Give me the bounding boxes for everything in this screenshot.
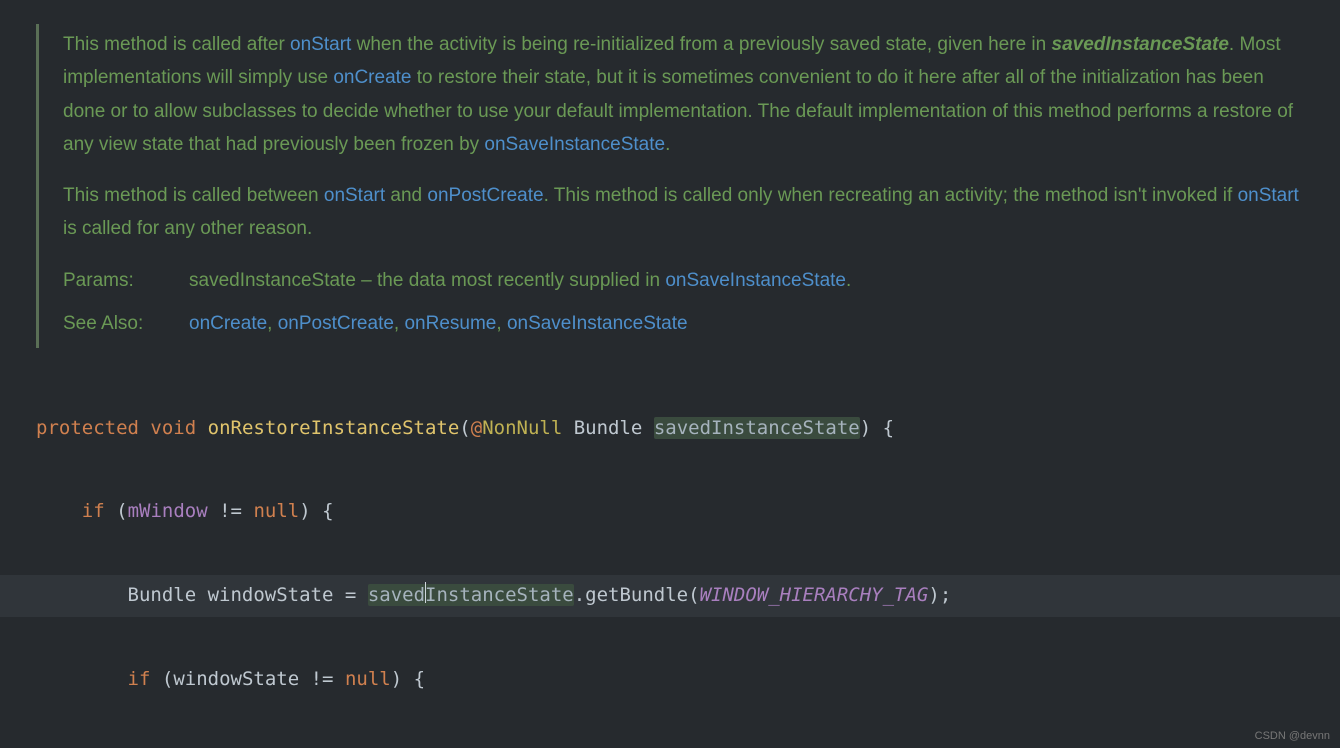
doc-text: This method is called between — [63, 185, 324, 206]
doc-link-onresume[interactable]: onResume — [404, 313, 496, 334]
space — [642, 417, 653, 439]
doc-link-oncreate[interactable]: onCreate — [189, 313, 267, 334]
ident-post: InstanceState — [425, 584, 574, 606]
space — [334, 668, 345, 690]
doc-link-onsaveinstancestate[interactable]: onSaveInstanceState — [484, 134, 665, 155]
javadoc-params-body: savedInstanceState – the data most recen… — [189, 264, 1300, 297]
doc-text: when the activity is being re-initialize… — [351, 34, 1051, 55]
space — [196, 417, 207, 439]
javadoc-params-label: Params: — [63, 264, 189, 297]
javadoc-seealso-row: See Also: onCreate, onPostCreate, onResu… — [63, 307, 1300, 340]
sep: , — [267, 313, 278, 334]
doc-link-onpostcreate[interactable]: onPostCreate — [278, 313, 394, 334]
keyword-protected: protected — [36, 417, 139, 439]
doc-link-onstart[interactable]: onStart — [1238, 185, 1299, 206]
doc-link-onsaveinstancestate[interactable]: onSaveInstanceState — [507, 313, 688, 334]
paren-open: ( — [162, 668, 173, 690]
code-line: if (windowState != null) { — [36, 659, 1340, 701]
javadoc-params-row: Params: savedInstanceState – the data mo… — [63, 264, 1300, 297]
doc-link-onsaveinstancestate[interactable]: onSaveInstanceState — [665, 270, 846, 291]
var-type: Bundle — [128, 584, 197, 606]
code-line: protected void onRestoreInstanceState(@N… — [36, 408, 1340, 450]
doc-text: and — [385, 185, 427, 206]
brace-open: { — [414, 668, 425, 690]
doc-text: . — [665, 134, 670, 155]
watermark: CSDN @devnn — [1255, 730, 1330, 742]
param-type: Bundle — [574, 417, 643, 439]
brace-open: { — [322, 500, 333, 522]
keyword-if: if — [82, 500, 105, 522]
operator-ne: != — [219, 500, 242, 522]
annotation-at: @ — [471, 417, 482, 439]
javadoc-block: This method is called after onStart when… — [36, 24, 1340, 348]
javadoc-param-name: savedInstanceState — [189, 270, 356, 291]
space — [139, 417, 150, 439]
sep: , — [394, 313, 405, 334]
code-line-current: Bundle windowState = savedInstanceState.… — [0, 575, 1340, 617]
paren-close: ) — [860, 417, 883, 439]
doc-link-onstart[interactable]: onStart — [324, 185, 385, 206]
operator-ne: != — [311, 668, 334, 690]
space — [150, 668, 161, 690]
doc-link-oncreate[interactable]: onCreate — [333, 67, 411, 88]
doc-text: is called for any other reason. — [63, 218, 312, 239]
field-mwindow: mWindow — [128, 500, 208, 522]
method-name: onRestoreInstanceState — [208, 417, 460, 439]
code-editor[interactable]: protected void onRestoreInstanceState(@N… — [36, 366, 1340, 748]
brace-open: { — [883, 417, 894, 439]
space — [105, 500, 116, 522]
paren-close: ) — [391, 668, 414, 690]
var-ref: windowState — [173, 668, 299, 690]
semicolon: ; — [940, 584, 951, 606]
space — [299, 668, 310, 690]
space — [242, 500, 253, 522]
doc-link-onpostcreate[interactable]: onPostCreate — [427, 185, 543, 206]
keyword-if: if — [128, 668, 151, 690]
ident-pre: saved — [368, 584, 425, 606]
operator-eq: = — [345, 584, 356, 606]
code-line: mWindow.restoreHierarchyState(windowStat… — [36, 742, 1340, 748]
var-name: windowState — [208, 584, 334, 606]
annotation-nonnull: NonNull — [482, 417, 562, 439]
javadoc-paragraph-1: This method is called after onStart when… — [63, 28, 1300, 161]
paren-open: ( — [459, 417, 470, 439]
javadoc-seealso-label: See Also: — [63, 307, 189, 340]
keyword-null: null — [253, 500, 299, 522]
space — [196, 584, 207, 606]
method-call-getbundle: .getBundle( — [574, 584, 700, 606]
identifier-highlight: savedInstanceState — [368, 584, 574, 606]
doc-text: . — [846, 270, 851, 291]
javadoc-seealso-body: onCreate, onPostCreate, onResume, onSave… — [189, 307, 1300, 340]
param-name-highlight: savedInstanceState — [654, 417, 860, 439]
paren-close: ) — [928, 584, 939, 606]
space — [356, 584, 367, 606]
sep: , — [496, 313, 507, 334]
javadoc-paragraph-2: This method is called between onStart an… — [63, 179, 1300, 246]
paren-close: ) — [299, 500, 322, 522]
space — [208, 500, 219, 522]
doc-text: – the data most recently supplied in — [356, 270, 665, 291]
code-line: if (mWindow != null) { — [36, 491, 1340, 533]
doc-link-onstart[interactable]: onStart — [290, 34, 351, 55]
keyword-void: void — [150, 417, 196, 439]
doc-text: This method is called after — [63, 34, 290, 55]
doc-text: . This method is called only when recrea… — [544, 185, 1238, 206]
space — [333, 584, 344, 606]
space — [562, 417, 573, 439]
keyword-null: null — [345, 668, 391, 690]
constant-window-hierarchy-tag: WINDOW_HIERARCHY_TAG — [700, 584, 929, 606]
doc-param-ref: savedInstanceState — [1052, 34, 1229, 55]
paren-open: ( — [116, 500, 127, 522]
